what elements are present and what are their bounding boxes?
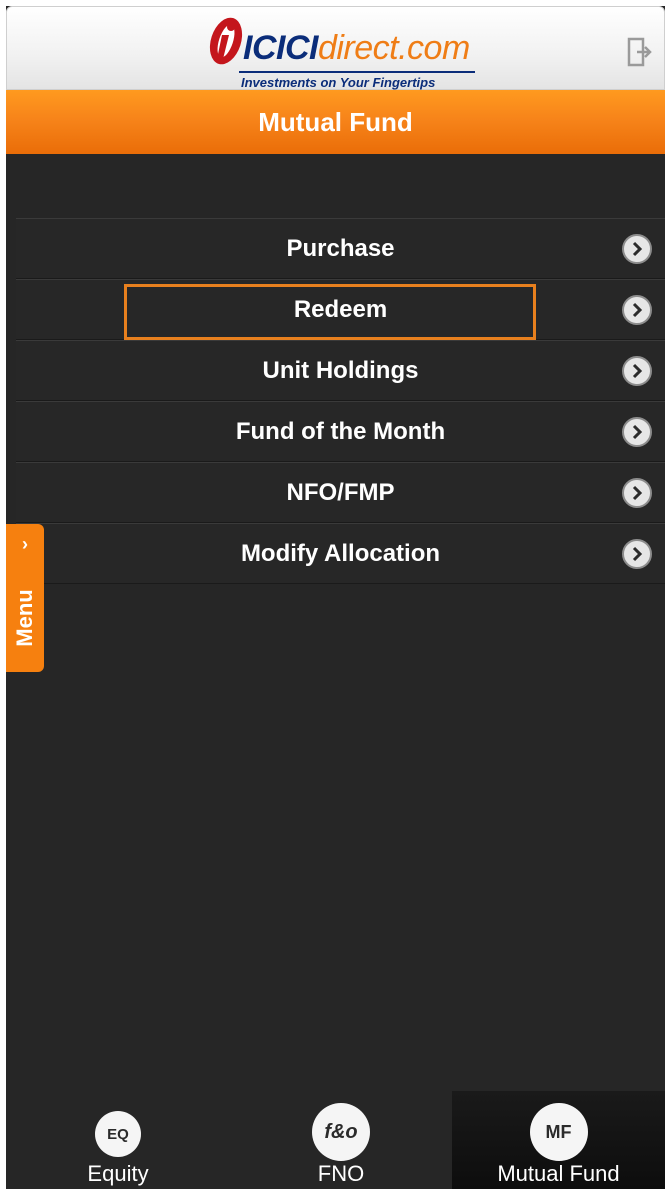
- chevron-right-icon: [622, 295, 652, 325]
- menu-item-label: Redeem: [293, 295, 388, 323]
- header: ICICIdirect.com Investments on Your Fing…: [6, 6, 665, 90]
- tab-label: Equity: [87, 1161, 149, 1186]
- menu-item-label: Unit Holdings: [262, 356, 419, 384]
- brand-tagline: Investments on Your Fingertips: [241, 75, 436, 90]
- menu-item-nfo-fmp[interactable]: NFO/FMP: [16, 462, 665, 523]
- menu-item-fund-of-the-month[interactable]: Fund of the Month: [16, 401, 665, 462]
- tab-fno[interactable]: f&o FNO: [230, 1091, 452, 1189]
- logo-underline: [239, 71, 475, 73]
- brand-main: ICICI: [243, 29, 318, 67]
- tab-mutual-fund[interactable]: MF Mutual Fund: [452, 1091, 665, 1189]
- icici-logo-icon: [209, 17, 243, 65]
- menu-item-purchase[interactable]: Purchase: [16, 218, 665, 279]
- mutual-fund-menu: Purchase Redeem Unit Holdings Fund of th…: [16, 218, 665, 584]
- logout-icon[interactable]: [627, 37, 653, 67]
- bottom-tab-bar: EQ Equity f&o FNO MF Mutual Fund: [6, 1091, 665, 1189]
- menu-item-label: Modify Allocation: [240, 539, 441, 567]
- chevron-right-icon: [622, 478, 652, 508]
- equity-icon: EQ: [95, 1111, 141, 1157]
- menu-item-label: Purchase: [286, 234, 395, 262]
- tab-equity[interactable]: EQ Equity: [6, 1091, 230, 1189]
- chevron-right-icon: [622, 356, 652, 386]
- side-menu-label: Menu: [12, 589, 37, 647]
- chevron-right-icon: [622, 234, 652, 264]
- brand-name: ICICIdirect.com: [243, 29, 470, 68]
- title-bar: Mutual Fund: [6, 90, 665, 154]
- brand-sub: direct.com: [317, 29, 470, 67]
- menu-item-unit-holdings[interactable]: Unit Holdings: [16, 340, 665, 401]
- tab-label: Mutual Fund: [497, 1161, 620, 1186]
- menu-item-redeem[interactable]: Redeem: [16, 279, 665, 340]
- page-title: Mutual Fund: [258, 106, 413, 137]
- side-menu-toggle[interactable]: › Menu: [6, 524, 44, 672]
- menu-item-label: NFO/FMP: [286, 478, 395, 506]
- menu-item-modify-allocation[interactable]: Modify Allocation: [16, 523, 665, 584]
- app-screen: ICICIdirect.com Investments on Your Fing…: [6, 6, 665, 1189]
- chevron-right-icon: [622, 539, 652, 569]
- chevron-right-icon: [622, 417, 652, 447]
- mutual-fund-icon: MF: [529, 1103, 588, 1161]
- chevron-right-icon: ›: [22, 534, 28, 554]
- menu-item-label: Fund of the Month: [235, 417, 446, 445]
- icici-logo: ICICIdirect.com Investments on Your Fing…: [207, 15, 487, 90]
- tab-label: FNO: [317, 1161, 365, 1186]
- fno-icon: f&o: [312, 1103, 370, 1161]
